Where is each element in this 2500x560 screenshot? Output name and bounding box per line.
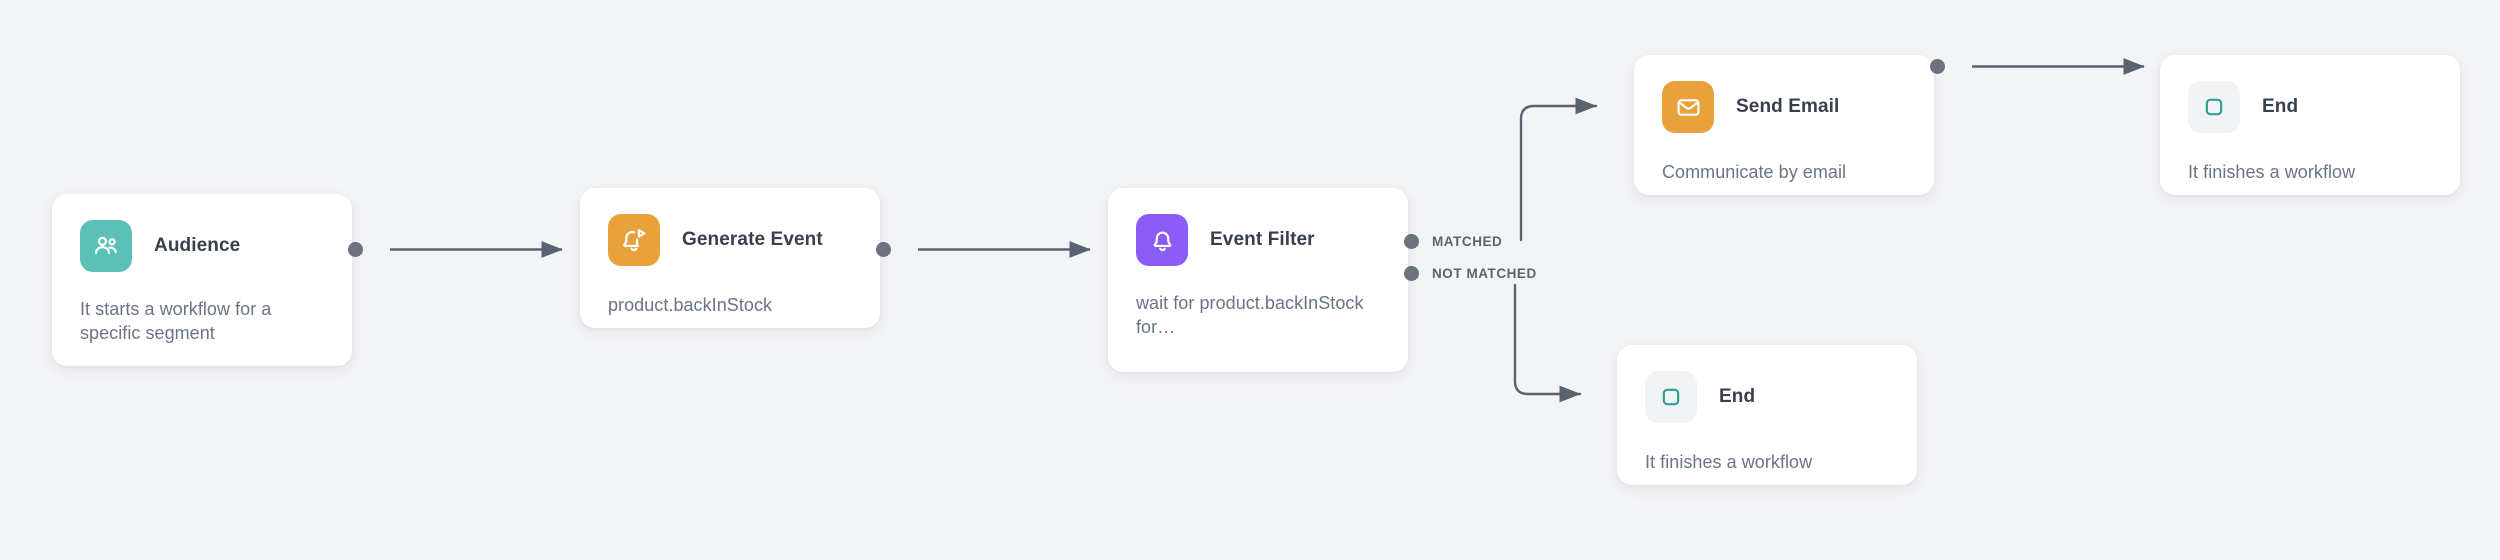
node-description: It finishes a workflow <box>2188 162 2356 182</box>
edge-event-filter-matched-to-send-email <box>1519 97 1598 242</box>
bell-play-icon <box>608 214 660 266</box>
node-description: product.backInStock <box>608 295 773 315</box>
node-title: End <box>2262 96 2299 117</box>
branch-label-not-matched: NOT MATCHED <box>1432 266 1537 281</box>
branch-label-matched: MATCHED <box>1432 234 1503 249</box>
port-audience-output[interactable] <box>348 242 363 257</box>
port-event-filter-matched[interactable] <box>1404 234 1419 249</box>
node-header: End <box>1645 371 1889 423</box>
node-description: It finishes a workflow <box>1645 452 1813 472</box>
node-send-email[interactable]: Send Email Communicate by email <box>1634 55 1934 195</box>
node-description: Communicate by email <box>1662 162 1847 182</box>
node-title: End <box>1719 386 1756 407</box>
envelope-icon <box>1662 81 1714 133</box>
edge-event-filter-notmatched-to-end-bottom <box>1513 283 1582 403</box>
node-header: End <box>2188 81 2432 133</box>
node-header: Audience <box>80 220 324 272</box>
node-audience[interactable]: Audience It starts a workflow for a spec… <box>52 194 352 366</box>
node-header: Send Email <box>1662 81 1906 133</box>
users-icon <box>80 220 132 272</box>
node-event-filter[interactable]: Event Filter wait for product.backInStoc… <box>1108 188 1408 372</box>
node-title: Audience <box>154 235 241 256</box>
node-end-bottom[interactable]: End It finishes a workflow <box>1617 345 1917 485</box>
node-header: Event Filter <box>1136 214 1380 266</box>
node-header: Generate Event <box>608 214 852 266</box>
port-send-email-output[interactable] <box>1930 59 1945 74</box>
workflow-canvas[interactable]: Audience It starts a workflow for a spec… <box>0 0 2500 560</box>
stop-square-icon <box>2188 81 2240 133</box>
port-event-filter-not-matched[interactable] <box>1404 266 1419 281</box>
node-title: Generate Event <box>682 229 823 250</box>
stop-square-icon <box>1645 371 1697 423</box>
node-generate-event[interactable]: Generate Event product.backInStock <box>580 188 880 328</box>
node-end-top[interactable]: End It finishes a workflow <box>2160 55 2460 195</box>
node-description: It starts a workflow for a specific segm… <box>80 299 272 343</box>
port-generate-event-output[interactable] <box>876 242 891 257</box>
node-description: wait for product.backInStock for… <box>1136 293 1364 337</box>
bell-icon <box>1136 214 1188 266</box>
node-title: Send Email <box>1736 96 1840 117</box>
node-title: Event Filter <box>1210 229 1315 250</box>
